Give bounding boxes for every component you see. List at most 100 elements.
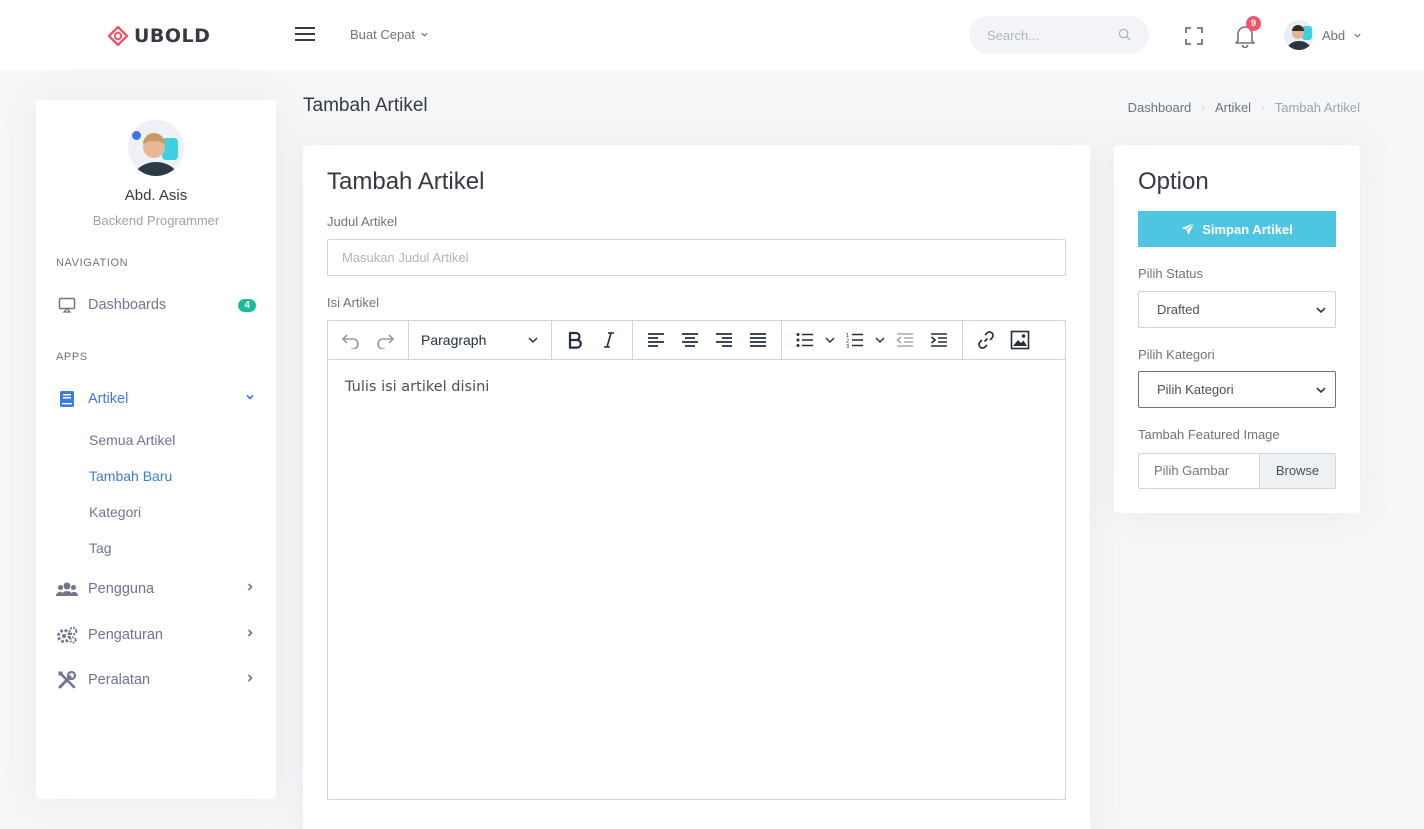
indent-button[interactable] <box>922 325 956 355</box>
sidebar: Abd. Asis Backend Programmer NAVIGATION … <box>36 100 276 799</box>
save-article-button[interactable]: Simpan Artikel <box>1138 211 1336 247</box>
article-title-input[interactable] <box>327 239 1066 276</box>
align-justify-button[interactable] <box>741 325 775 355</box>
option-title: Option <box>1138 168 1209 195</box>
paragraph-format-select[interactable]: Paragraph <box>415 332 545 348</box>
title-label: Judul Artikel <box>327 214 398 229</box>
alignment-group <box>633 320 782 360</box>
search-icon[interactable] <box>1118 28 1131 46</box>
status-label: Pilih Status <box>1138 266 1204 281</box>
status-value: Drafted <box>1157 302 1200 317</box>
numbered-list-button[interactable]: 123 <box>838 325 872 355</box>
breadcrumb-dashboard[interactable]: Dashboard <box>1128 100 1192 115</box>
sidebar-item-label: Peralatan <box>88 672 151 688</box>
history-group <box>328 320 409 360</box>
chevron-down-icon <box>421 32 428 37</box>
sidebar-item-artikel[interactable]: Artikel <box>56 384 256 414</box>
undo-icon <box>341 334 359 349</box>
featured-image-label: Tambah Featured Image <box>1138 427 1280 442</box>
sidebar-item-pengguna[interactable]: Pengguna <box>56 574 256 604</box>
sidebar-item-label: Artikel <box>88 391 129 407</box>
image-icon <box>1010 330 1030 350</box>
browse-button[interactable]: Browse <box>1259 454 1335 488</box>
fullscreen-icon <box>1185 27 1203 45</box>
search-input[interactable] <box>987 27 1107 43</box>
align-justify-icon <box>750 333 766 347</box>
chevron-down-icon <box>1316 306 1326 313</box>
logo-icon <box>108 26 128 46</box>
breadcrumb-current: Tambah Artikel <box>1274 100 1360 115</box>
logo[interactable]: UBOLD <box>108 25 210 47</box>
chevron-down-icon <box>528 337 538 344</box>
align-right-icon <box>716 333 732 347</box>
align-right-button[interactable] <box>707 325 741 355</box>
logo-text: UBOLD <box>134 25 211 47</box>
fullscreen-button[interactable] <box>1184 26 1204 51</box>
bold-button[interactable] <box>558 325 592 355</box>
submenu-tambah-baru[interactable]: Tambah Baru <box>89 468 172 484</box>
insert-link-button[interactable] <box>969 325 1003 355</box>
option-card: Option Simpan Artikel Pilih Status Draft… <box>1114 145 1360 513</box>
category-select[interactable]: Pilih Kategori <box>1138 371 1336 408</box>
editor-content[interactable]: Tulis isi artikel disini <box>345 379 489 395</box>
numbered-list-dropdown[interactable] <box>872 325 888 355</box>
sidebar-item-label: Pengaturan <box>88 627 163 643</box>
monitor-icon <box>56 297 78 313</box>
breadcrumb-separator-icon: › <box>1261 101 1265 114</box>
align-left-button[interactable] <box>639 325 673 355</box>
save-article-label: Simpan Artikel <box>1202 221 1293 237</box>
redo-button[interactable] <box>368 325 402 355</box>
text-style-group <box>552 320 633 360</box>
page-title: Tambah Artikel <box>303 95 428 116</box>
chevron-right-icon <box>244 580 256 598</box>
hamburger-icon <box>295 27 315 41</box>
bullet-list-button[interactable] <box>788 325 822 355</box>
category-value: Pilih Kategori <box>1157 382 1234 397</box>
bullet-list-icon <box>796 333 813 347</box>
bullet-list-dropdown[interactable] <box>822 325 838 355</box>
featured-image-file-input: Pilih Gambar Browse <box>1138 453 1336 489</box>
hamburger-menu-button[interactable] <box>294 24 318 46</box>
user-menu[interactable]: Abd <box>1284 20 1362 50</box>
editor-toolbar: Paragraph 1 2 3 <box>328 320 1065 360</box>
sidebar-item-pengaturan[interactable]: Pengaturan <box>56 620 256 650</box>
undo-button[interactable] <box>334 325 368 355</box>
featured-image-filename[interactable]: Pilih Gambar <box>1139 454 1259 488</box>
submenu-tag[interactable]: Tag <box>89 540 112 556</box>
user-name: Abd <box>1322 27 1346 43</box>
insert-image-button[interactable] <box>1003 325 1037 355</box>
submenu-kategori[interactable]: Kategori <box>89 504 141 520</box>
profile-role: Backend Programmer <box>92 213 220 228</box>
redo-icon <box>377 334 395 349</box>
chevron-down-icon <box>825 337 835 343</box>
format-group: Paragraph <box>409 320 552 360</box>
chevron-down-icon <box>244 390 256 408</box>
submenu-semua-artikel[interactable]: Semua Artikel <box>89 432 175 448</box>
list-group: 123 <box>782 320 963 360</box>
link-icon <box>978 331 994 349</box>
outdent-button[interactable] <box>888 325 922 355</box>
sidebar-item-label: Pengguna <box>88 581 155 597</box>
profile-avatar[interactable] <box>128 120 184 176</box>
sidebar-item-dashboards[interactable]: Dashboards 4 <box>56 290 256 320</box>
avatar <box>1284 20 1314 50</box>
align-center-button[interactable] <box>673 325 707 355</box>
cogs-icon <box>56 626 78 644</box>
profile-name: Abd. Asis <box>124 187 188 204</box>
apps-section-title: APPS <box>56 351 88 363</box>
chevron-right-icon <box>244 626 256 644</box>
indent-icon <box>930 333 947 347</box>
quick-create-label: Buat Cepat <box>350 27 416 42</box>
chevron-down-icon <box>1316 386 1326 393</box>
sidebar-item-peralatan[interactable]: Peralatan <box>56 665 256 695</box>
quick-create-dropdown[interactable]: Buat Cepat <box>350 27 429 42</box>
sidebar-item-label: Dashboards <box>88 297 167 313</box>
content-label: Isi Artikel <box>327 295 380 310</box>
breadcrumb-artikel[interactable]: Artikel <box>1215 100 1251 115</box>
tools-icon <box>56 670 78 690</box>
italic-button[interactable] <box>592 325 626 355</box>
dashboards-badge: 4 <box>238 298 256 312</box>
chevron-right-icon <box>244 671 256 689</box>
status-select[interactable]: Drafted <box>1138 291 1336 328</box>
breadcrumb: Dashboard › Artikel › Tambah Artikel <box>1128 100 1360 115</box>
